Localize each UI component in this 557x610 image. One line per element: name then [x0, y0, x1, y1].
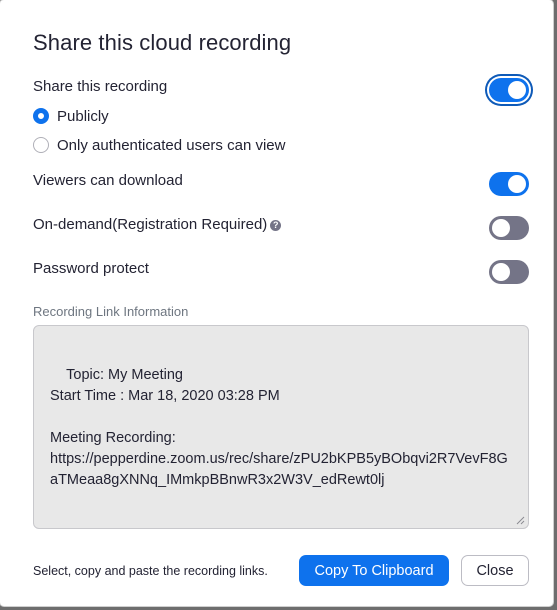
- toggle-knob: [508, 81, 526, 99]
- help-icon[interactable]: ?: [270, 220, 282, 231]
- viewers-download-toggle[interactable]: [489, 172, 529, 196]
- share-recording-toggle[interactable]: [489, 78, 529, 102]
- viewers-download-label: Viewers can download: [33, 172, 183, 189]
- toggle-knob: [492, 263, 510, 281]
- on-demand-label: On-demand(Registration Required): [33, 216, 268, 233]
- toggle-knob: [492, 219, 510, 237]
- share-recording-dialog: Share this cloud recording Share this re…: [0, 0, 553, 606]
- password-protect-label: Password protect: [33, 260, 149, 277]
- resize-grip-icon[interactable]: [516, 516, 525, 525]
- radio-option-publicly[interactable]: Publicly: [33, 107, 109, 125]
- password-protect-toggle[interactable]: [489, 260, 529, 284]
- radio-option-authenticated[interactable]: Only authenticated users can view: [33, 136, 285, 154]
- copy-to-clipboard-button[interactable]: Copy To Clipboard: [299, 555, 449, 586]
- dialog-title: Share this cloud recording: [33, 30, 292, 55]
- on-demand-row-label: On-demand(Registration Required)?: [33, 216, 282, 233]
- radio-publicly-label: Publicly: [57, 107, 109, 125]
- radio-authenticated[interactable]: [33, 137, 49, 153]
- recording-link-text: Topic: My Meeting Start Time : Mar 18, 2…: [50, 367, 508, 488]
- footer-hint: Select, copy and paste the recording lin…: [33, 564, 268, 578]
- close-button[interactable]: Close: [461, 555, 529, 586]
- recording-link-textarea[interactable]: Topic: My Meeting Start Time : Mar 18, 2…: [33, 325, 529, 529]
- share-recording-label: Share this recording: [33, 78, 168, 95]
- on-demand-toggle[interactable]: [489, 216, 529, 240]
- radio-authenticated-label: Only authenticated users can view: [57, 136, 286, 154]
- radio-publicly[interactable]: [33, 108, 49, 124]
- toggle-knob: [508, 175, 526, 193]
- link-info-section-label: Recording Link Information: [33, 304, 189, 319]
